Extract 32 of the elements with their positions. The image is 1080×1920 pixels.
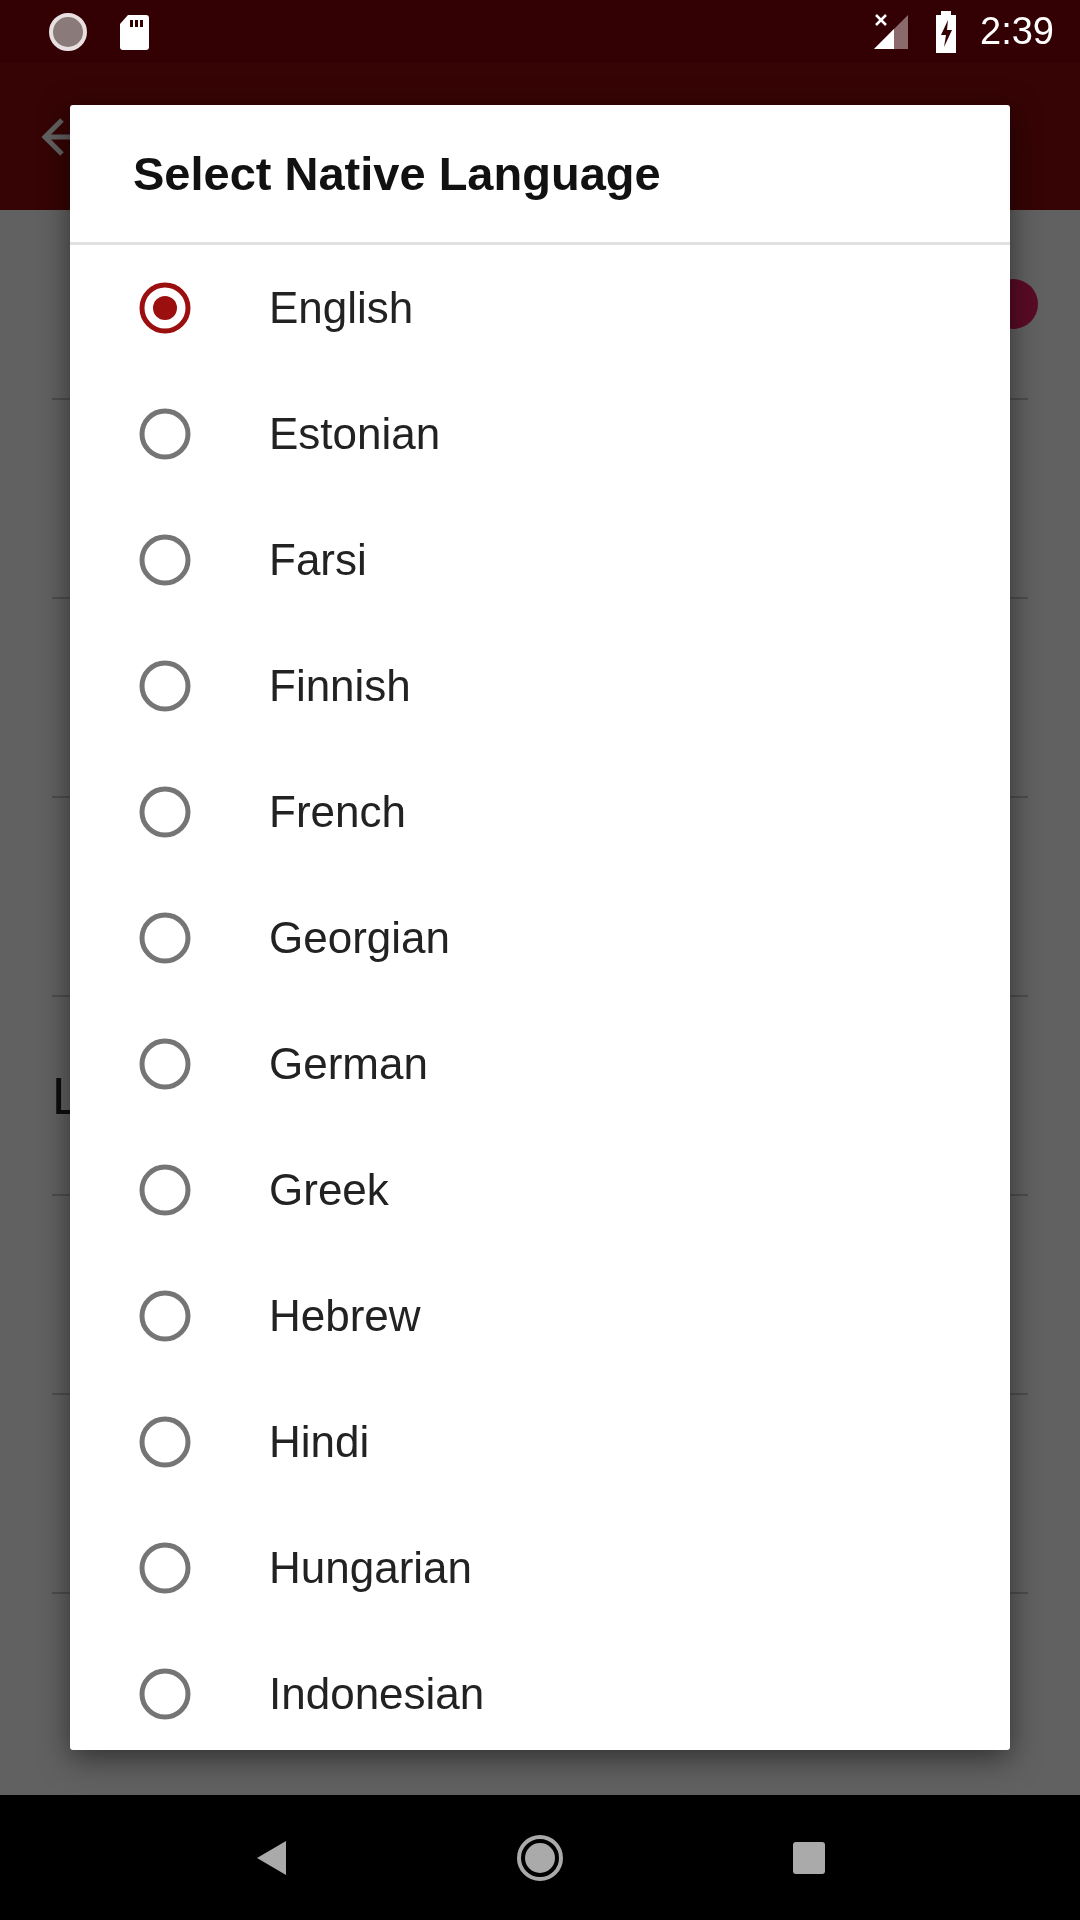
language-option[interactable]: Finnish [70, 623, 1010, 749]
dialog-title: Select Native Language [133, 146, 661, 201]
sd-card-icon [118, 12, 150, 51]
radio-button[interactable] [138, 407, 192, 461]
language-option[interactable]: Greek [70, 1127, 1010, 1253]
loading-icon [48, 11, 88, 52]
radio-button[interactable] [138, 1163, 192, 1217]
radio-button[interactable] [138, 1541, 192, 1595]
radio-button[interactable] [138, 1667, 192, 1721]
language-option[interactable]: Hindi [70, 1379, 1010, 1505]
language-option[interactable]: Estonian [70, 371, 1010, 497]
radio-button[interactable] [138, 1037, 192, 1091]
radio-button[interactable] [138, 281, 192, 335]
language-option[interactable]: German [70, 1001, 1010, 1127]
battery-charging-icon [934, 10, 959, 53]
language-option[interactable]: French [70, 749, 1010, 875]
home-icon[interactable] [515, 1832, 565, 1883]
language-option[interactable]: English [70, 245, 1010, 371]
radio-button[interactable] [138, 659, 192, 713]
radio-button[interactable] [138, 911, 192, 965]
language-option[interactable]: Farsi [70, 497, 1010, 623]
radio-button[interactable] [138, 533, 192, 587]
recents-icon[interactable] [792, 1840, 827, 1875]
language-option[interactable]: Georgian [70, 875, 1010, 1001]
language-option[interactable]: Indonesian [70, 1631, 1010, 1750]
signal-icon [872, 12, 911, 51]
clock-time: 2:39 [980, 10, 1054, 53]
radio-button[interactable] [138, 1289, 192, 1343]
language-option[interactable]: Hungarian [70, 1505, 1010, 1631]
radio-button[interactable] [138, 785, 192, 839]
radio-button[interactable] [138, 1415, 192, 1469]
language-option[interactable]: Hebrew [70, 1253, 1010, 1379]
